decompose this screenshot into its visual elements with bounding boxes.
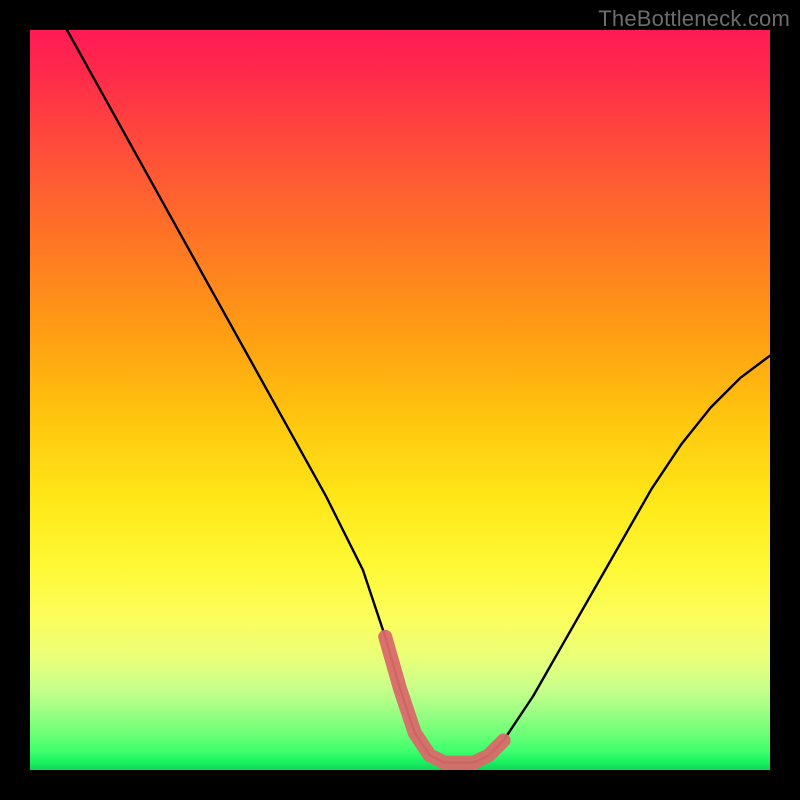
curve-line	[67, 30, 770, 763]
plot-svg	[30, 30, 770, 770]
highlight-segment	[385, 637, 503, 763]
chart-frame: TheBottleneck.com	[0, 0, 800, 800]
plot-area	[30, 30, 770, 770]
watermark-text: TheBottleneck.com	[598, 6, 790, 32]
